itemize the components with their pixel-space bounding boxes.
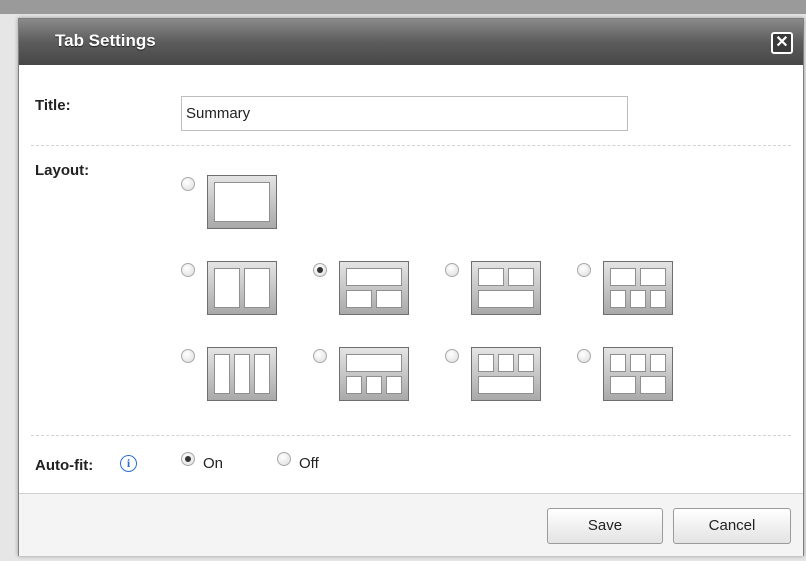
layout-three-columns-icon[interactable] — [207, 347, 277, 401]
layout-radio-one-top-three-bottom[interactable] — [313, 349, 327, 363]
layout-radio-three-columns[interactable] — [181, 349, 195, 363]
layout-radio-three-top-two-bottom[interactable] — [577, 349, 591, 363]
layout-radio-single[interactable] — [181, 177, 195, 191]
title-label: Title: — [35, 97, 71, 114]
autofit-on-label[interactable]: On — [203, 455, 223, 472]
tab-settings-dialog: Tab Settings ✕ Title: Layout: — [18, 18, 804, 556]
cancel-button[interactable]: Cancel — [673, 508, 791, 544]
title-input[interactable] — [181, 96, 628, 131]
layout-three-top-two-bottom-icon[interactable] — [603, 347, 673, 401]
layout-radio-three-top-one-bottom[interactable] — [445, 349, 459, 363]
close-icon[interactable]: ✕ — [771, 32, 793, 54]
layout-one-top-two-bottom-icon[interactable] — [339, 261, 409, 315]
layout-radio-one-top-two-bottom[interactable] — [313, 263, 327, 277]
autofit-off-radio[interactable] — [277, 452, 291, 466]
layout-two-top-three-bottom-icon[interactable] — [603, 261, 673, 315]
layout-radio-two-top-three-bottom[interactable] — [577, 263, 591, 277]
layout-three-top-one-bottom-icon[interactable] — [471, 347, 541, 401]
save-button[interactable]: Save — [547, 508, 663, 544]
autofit-on-radio[interactable] — [181, 452, 195, 466]
layout-two-top-one-bottom-icon[interactable] — [471, 261, 541, 315]
autofit-label: Auto-fit: — [35, 457, 94, 474]
dialog-title: Tab Settings — [55, 31, 156, 50]
divider-2 — [31, 435, 791, 436]
autofit-off-label[interactable]: Off — [299, 455, 319, 472]
dialog-titlebar[interactable]: Tab Settings ✕ — [19, 19, 803, 65]
layout-two-columns-icon[interactable] — [207, 261, 277, 315]
layout-label: Layout: — [35, 162, 90, 179]
layout-radio-two-columns[interactable] — [181, 263, 195, 277]
layout-single-icon[interactable] — [207, 175, 277, 229]
page-header-strip — [0, 0, 806, 14]
divider-1 — [31, 145, 791, 146]
layout-radio-two-top-one-bottom[interactable] — [445, 263, 459, 277]
info-icon[interactable]: i — [120, 455, 137, 472]
layout-one-top-three-bottom-icon[interactable] — [339, 347, 409, 401]
dialog-footer: Save Cancel — [19, 493, 803, 556]
